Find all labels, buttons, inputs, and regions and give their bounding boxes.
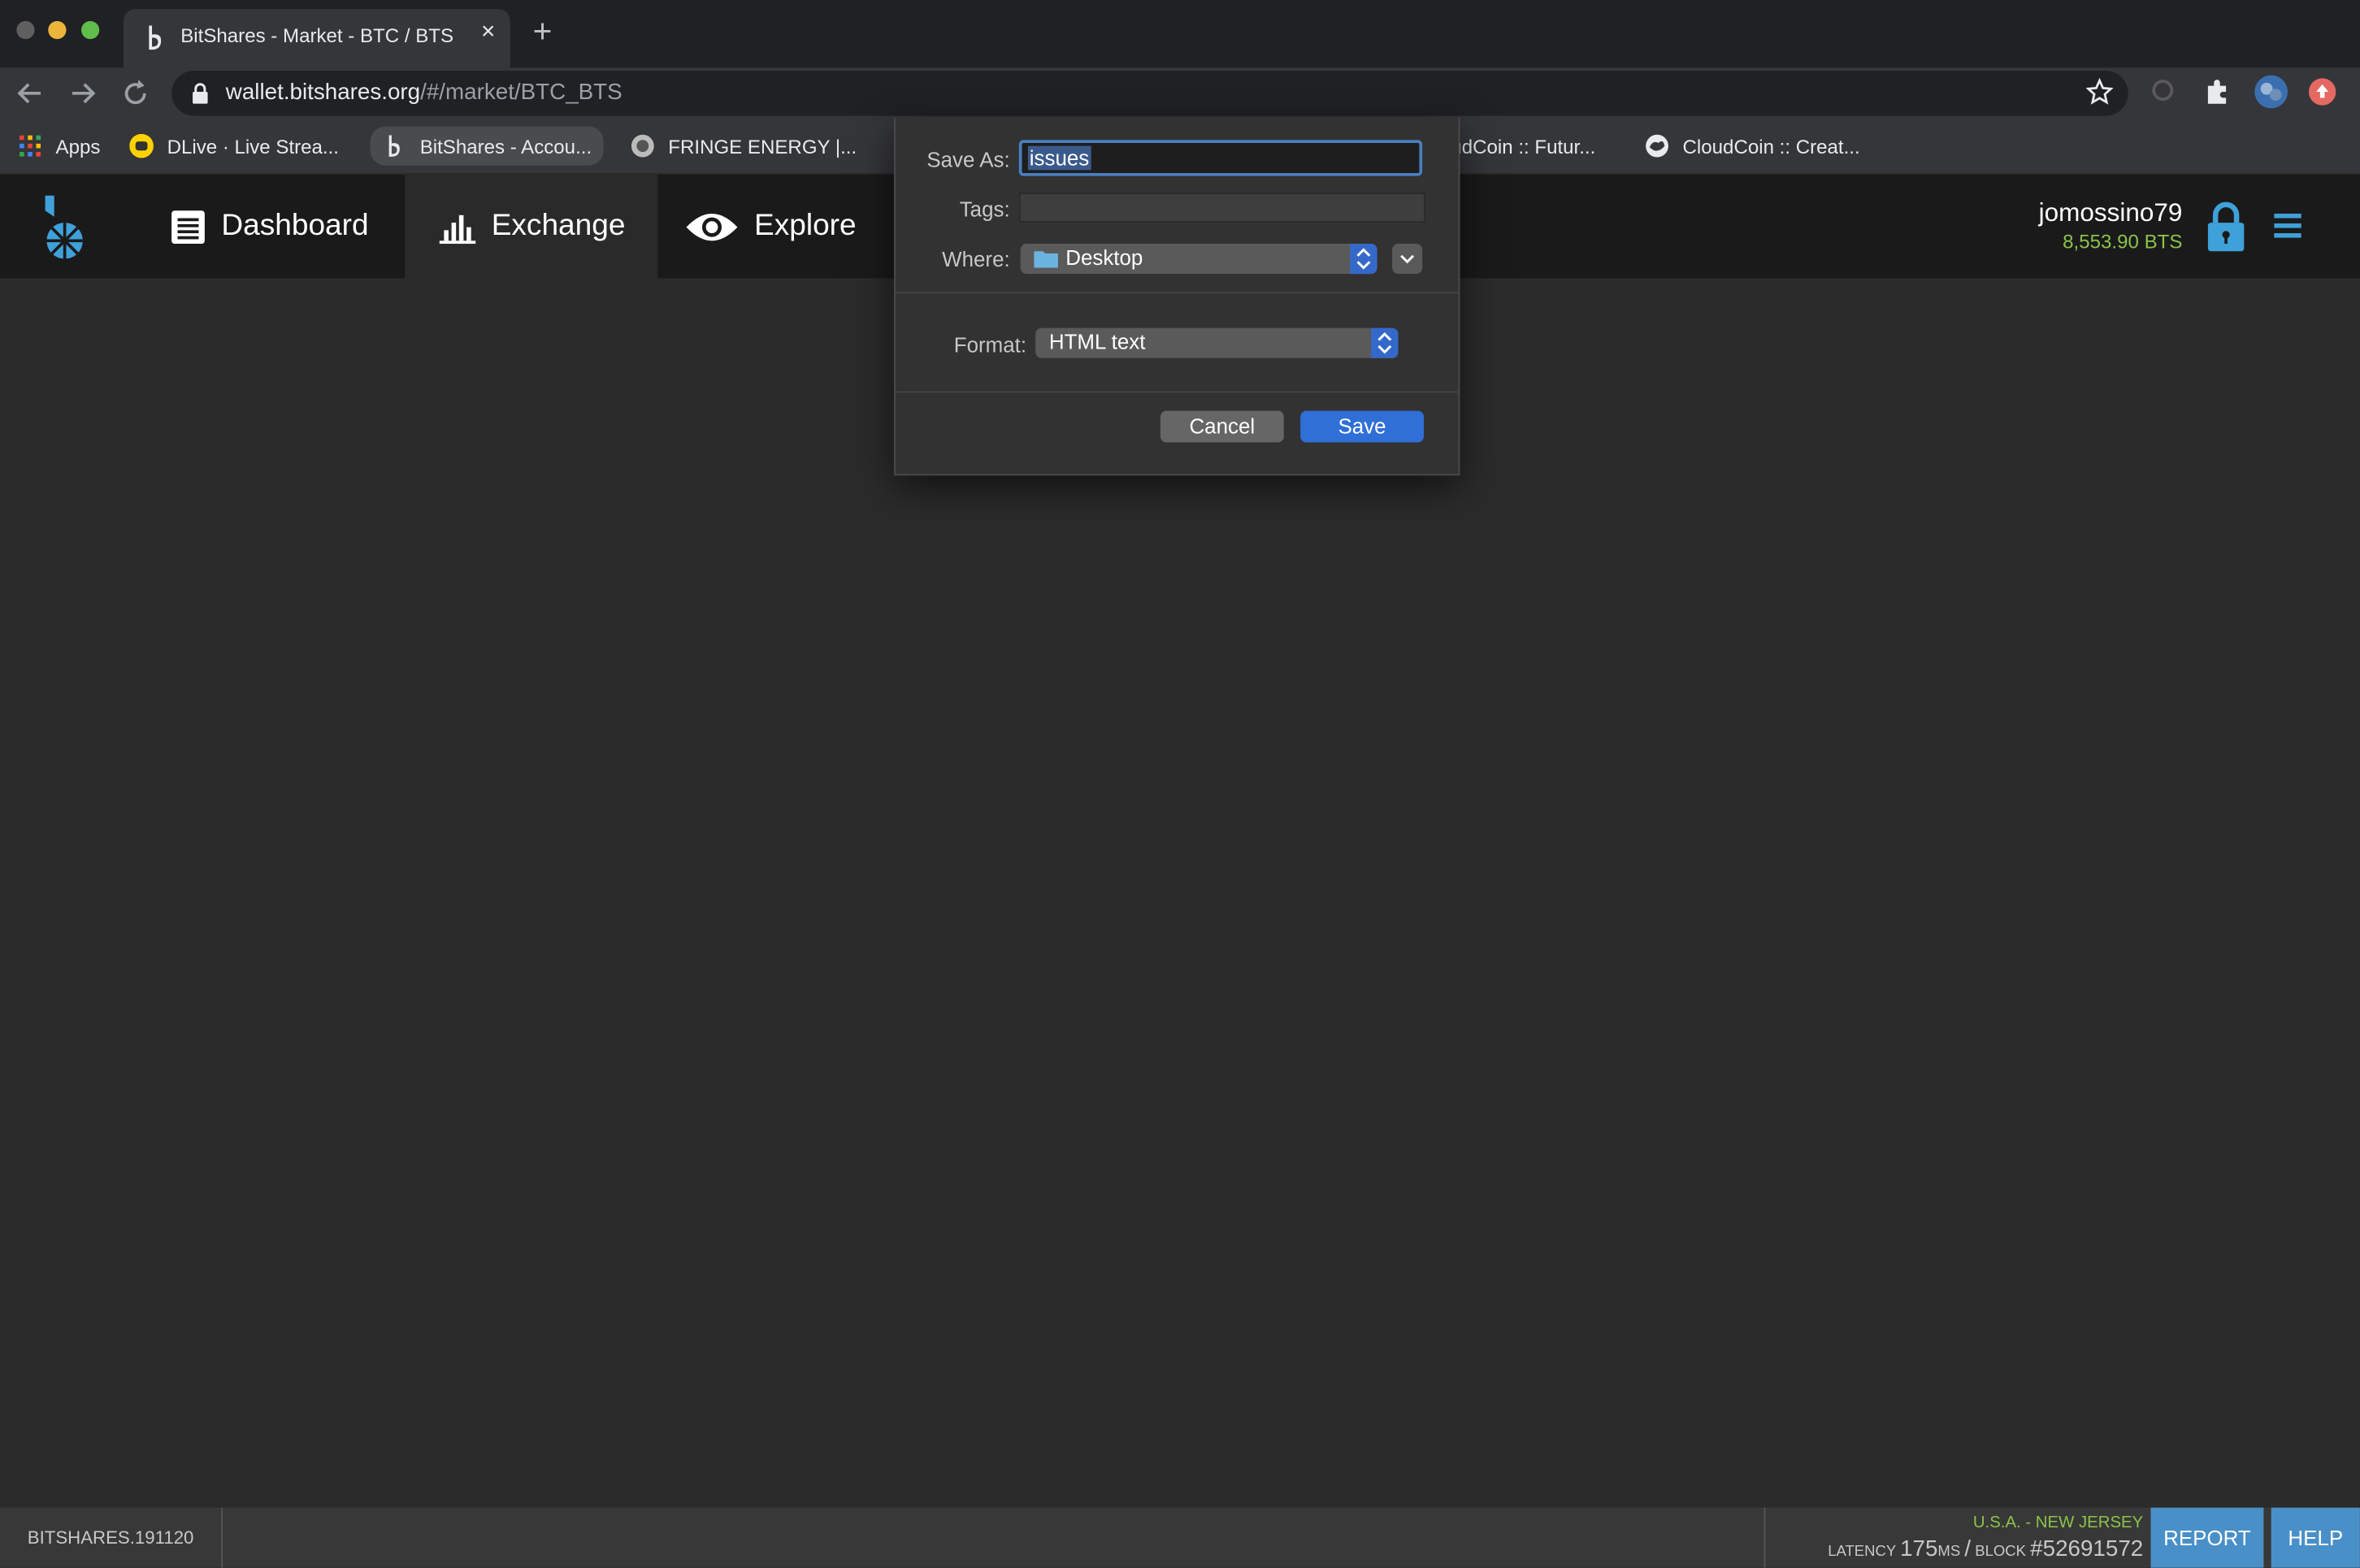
address-bar[interactable]: wallet.bitshares.org/#/market/BTC_BTS bbox=[171, 71, 2128, 116]
format-select[interactable]: HTML text bbox=[1035, 327, 1399, 358]
format-label: Format: bbox=[953, 332, 1027, 357]
cancel-button[interactable]: Cancel bbox=[1160, 410, 1284, 443]
tags-label: Tags: bbox=[959, 197, 1010, 222]
window-maximize-button[interactable] bbox=[81, 20, 100, 40]
dashboard-icon bbox=[171, 210, 206, 244]
puzzle-extensions-icon[interactable] bbox=[2202, 76, 2232, 106]
bookmark-cloudcoin-create[interactable]: CloudCoin :: Creat... bbox=[1645, 131, 1860, 161]
bookmark-apps[interactable]: Apps bbox=[18, 131, 100, 161]
bookmark-star-icon[interactable] bbox=[2085, 78, 2114, 105]
hamburger-menu-icon[interactable] bbox=[2271, 210, 2305, 240]
version-label: BITSHARES.191120 bbox=[0, 1507, 223, 1568]
browser-toolbar: wallet.bitshares.org/#/market/BTC_BTS bbox=[0, 67, 2360, 119]
new-tab-icon[interactable]: + bbox=[533, 15, 553, 49]
save-dialog: Save As: issues Tags: Where: Desktop For… bbox=[894, 117, 1460, 476]
fringe-energy-icon bbox=[631, 134, 654, 158]
forward-arrow-icon[interactable] bbox=[66, 76, 99, 110]
window-close-button[interactable] bbox=[16, 20, 35, 40]
nav-dashboard[interactable]: Dashboard bbox=[136, 175, 404, 279]
where-label: Where: bbox=[942, 246, 1010, 271]
tab-title: BitShares - Market - BTC / BTS bbox=[180, 24, 454, 47]
updown-chevron-icon bbox=[1356, 248, 1371, 270]
save-as-input[interactable]: issues bbox=[1018, 140, 1423, 176]
dialog-separator bbox=[895, 292, 1459, 294]
save-as-value: issues bbox=[1027, 145, 1091, 171]
browser-tab-active[interactable]: BitShares - Market - BTC / BTS × bbox=[123, 9, 510, 68]
window-minimize-button[interactable] bbox=[48, 20, 67, 40]
help-button[interactable]: HELP bbox=[2271, 1507, 2360, 1568]
bookmark-dlive[interactable]: DLive · Live Strea... bbox=[129, 131, 339, 161]
tags-input[interactable] bbox=[1018, 193, 1425, 223]
format-select-arrows bbox=[1371, 327, 1399, 358]
bitshares-icon bbox=[149, 25, 162, 50]
bookmark-cloudcoin-future[interactable]: udCoin :: Futur... bbox=[1451, 131, 1595, 161]
nav-exchange[interactable]: Exchange bbox=[405, 174, 658, 279]
report-button[interactable]: REPORT bbox=[2150, 1507, 2264, 1568]
reload-icon[interactable] bbox=[119, 76, 152, 110]
updown-chevron-icon bbox=[1377, 332, 1392, 354]
extension-icon[interactable] bbox=[2150, 76, 2180, 106]
url-text: wallet.bitshares.org/#/market/BTC_BTS bbox=[225, 80, 623, 106]
dlive-icon bbox=[129, 133, 154, 158]
account-balance: 8,553.90 BTS bbox=[2063, 230, 2183, 253]
apps-grid-icon bbox=[20, 135, 41, 157]
bitshares-icon bbox=[388, 135, 400, 157]
app-footer: BITSHARES.191120 U.S.A. - NEW JERSEY LAT… bbox=[0, 1507, 2360, 1568]
node-stats: LATENCY 175MS / BLOCK #52691572 bbox=[1828, 1536, 2144, 1562]
tab-close-icon[interactable]: × bbox=[481, 20, 495, 45]
save-button[interactable]: Save bbox=[1300, 410, 1424, 443]
folder-icon bbox=[1034, 251, 1058, 268]
where-select[interactable]: Desktop bbox=[1020, 244, 1377, 275]
bitshares-logo-icon[interactable] bbox=[39, 193, 90, 262]
where-select-arrows bbox=[1350, 244, 1377, 275]
node-location: U.S.A. - NEW JERSEY bbox=[1972, 1514, 2144, 1532]
eye-icon bbox=[686, 213, 738, 240]
save-as-label: Save As: bbox=[926, 147, 1010, 172]
dialog-separator bbox=[895, 391, 1459, 393]
browser-tab-strip: BitShares - Market - BTC / BTS × + bbox=[0, 0, 2360, 68]
chevron-down-icon bbox=[1400, 254, 1415, 264]
back-arrow-icon[interactable] bbox=[14, 76, 47, 110]
bookmark-fringe-energy[interactable]: FRINGE ENERGY |... bbox=[631, 131, 857, 161]
profile-avatar-icon[interactable] bbox=[2253, 74, 2288, 110]
bookmark-bitshares[interactable]: BitShares - Accou... bbox=[370, 126, 604, 166]
cloudcoin-icon bbox=[1646, 134, 1668, 158]
account-name[interactable]: jomossino79 bbox=[2039, 198, 2183, 228]
nav-explore[interactable]: Explore bbox=[657, 175, 883, 279]
node-status[interactable]: U.S.A. - NEW JERSEY LATENCY 175MS / BLOC… bbox=[1763, 1507, 2151, 1568]
wallet-lock-icon[interactable] bbox=[2206, 201, 2245, 253]
expand-dialog-button[interactable] bbox=[1392, 244, 1423, 275]
lock-icon bbox=[193, 83, 208, 104]
exchange-chart-icon bbox=[438, 214, 475, 244]
update-icon[interactable] bbox=[2307, 76, 2337, 106]
